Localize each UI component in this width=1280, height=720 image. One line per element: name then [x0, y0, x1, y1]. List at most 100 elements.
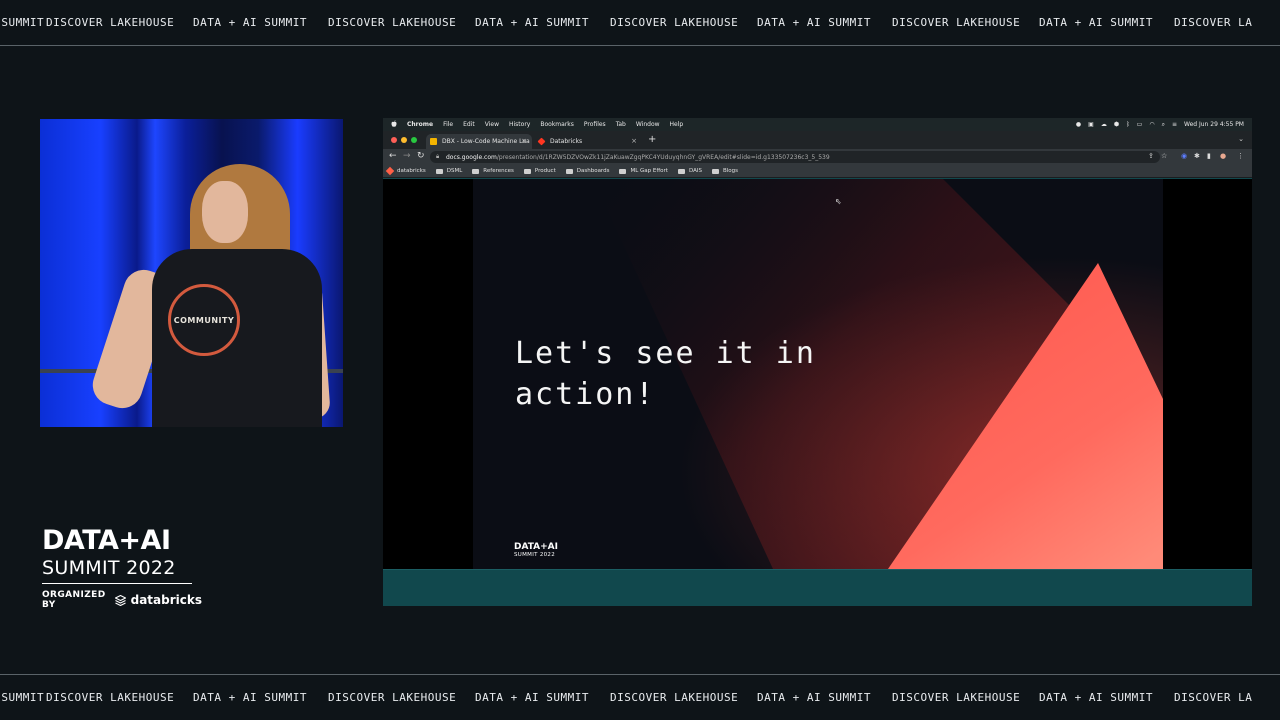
mouse-cursor-icon: ⇖	[835, 197, 842, 206]
zoom-window-icon[interactable]	[411, 137, 417, 143]
summit-logo-organizer: ORGANIZED BY databricks	[42, 590, 202, 610]
marquee-item: DISCOVER LAKEHOUSE	[610, 691, 739, 704]
close-tab-icon[interactable]: ×	[521, 137, 527, 145]
databricks-icon	[113, 594, 127, 606]
marquee-item: AI SUMMIT	[0, 16, 45, 29]
menubar-status-area: ● ▣ ☁ ⬢ ᛒ ▭ ◠ ⌕ ≡ Wed Jun 29 4:55 PM	[1076, 118, 1244, 131]
menubar-history[interactable]: History	[509, 121, 530, 128]
bookmark-ml-gap-effort[interactable]: ML Gap Effort	[619, 168, 668, 174]
bluetooth-icon[interactable]: ᛒ	[1126, 121, 1130, 128]
lock-icon: 🔒︎	[436, 153, 440, 160]
shield-icon[interactable]: ⬢	[1114, 121, 1119, 128]
folder-icon	[619, 168, 627, 174]
bookmark-dashboards[interactable]: Dashboards	[565, 168, 610, 174]
slide-logo-line1: DATA+AI	[514, 542, 558, 552]
marquee-item: DISCOVER LAKEHOUSE	[46, 16, 175, 29]
minimize-window-icon[interactable]	[401, 137, 407, 143]
browser-toolbar: ← → ↻ 🔒︎ docs.google.com/presentation/d/…	[383, 149, 1252, 165]
top-marquee: AI SUMMITDISCOVER LAKEHOUSEDATA + AI SUM…	[0, 0, 1280, 46]
tab-databricks[interactable]: Databricks ×	[534, 134, 642, 149]
slide-summit-logo: DATA+AI SUMMIT 2022	[514, 542, 558, 559]
databricks-favicon-icon	[537, 137, 546, 146]
marquee-item: DATA + AI SUMMIT	[757, 691, 871, 704]
marquee-item: DATA + AI SUMMIT	[475, 691, 589, 704]
shirt-logo-text: COMMUNITY	[173, 315, 235, 325]
organized-by-label: ORGANIZED BY	[42, 590, 106, 610]
screen-icon[interactable]: ▣	[1088, 121, 1094, 128]
address-bar[interactable]: 🔒︎ docs.google.com/presentation/d/1RZW5D…	[430, 151, 1160, 163]
menubar-profiles[interactable]: Profiles	[584, 121, 606, 128]
control-center-icon[interactable]: ≡	[1172, 121, 1177, 128]
star-icon[interactable]: ☆	[1161, 152, 1167, 160]
bookmarks-bar: databricks DSML References Product Dashb…	[383, 165, 1252, 178]
marquee-item: DISCOVER LAKEHOUSE	[610, 16, 739, 29]
bottom-marquee: AI SUMMITDISCOVER LAKEHOUSEDATA + AI SUM…	[0, 674, 1280, 720]
bookmark-label: Blogs	[722, 168, 738, 174]
avatar-icon[interactable]: ●	[1220, 152, 1226, 160]
battery-icon[interactable]: ▭	[1137, 121, 1143, 128]
apple-icon[interactable]	[391, 120, 397, 129]
marquee-item: DATA + AI SUMMIT	[475, 16, 589, 29]
summit-logo: DATA+AI SUMMIT 2022 ORGANIZED BY databri…	[42, 526, 202, 610]
summit-logo-line2: SUMMIT 2022	[42, 556, 192, 584]
menubar-datetime[interactable]: Wed Jun 29 4:55 PM	[1184, 121, 1244, 128]
bookmark-product[interactable]: Product	[523, 168, 556, 174]
browser-viewport: Let's see it in action! DATA+AI SUMMIT 2…	[383, 179, 1252, 569]
bookmark-label: Dashboards	[576, 168, 610, 174]
new-tab-icon[interactable]: +	[648, 134, 656, 145]
close-window-icon[interactable]	[391, 137, 397, 143]
marquee-item: DATA + AI SUMMIT	[757, 16, 871, 29]
close-tab-icon[interactable]: ×	[631, 137, 637, 145]
menubar-bookmarks[interactable]: Bookmarks	[540, 121, 574, 128]
marquee-item: DATA + AI SUMMIT	[1039, 16, 1153, 29]
folder-icon	[677, 168, 685, 174]
kebab-menu-icon[interactable]: ⋮	[1237, 152, 1244, 160]
bookmark-references[interactable]: References	[472, 168, 514, 174]
bookmark-blogs[interactable]: Blogs	[711, 168, 738, 174]
marquee-item: DISCOVER LAKEHOUSE	[892, 691, 1021, 704]
tab-slides[interactable]: DBX - Low-Code Machine Lea ×	[426, 134, 532, 149]
url-path: /presentation/d/1RZW5DZVOwZk11jZaKuawZgq…	[496, 153, 830, 161]
forward-arrow-icon[interactable]: →	[403, 151, 411, 161]
menubar-app-name[interactable]: Chrome	[407, 121, 433, 128]
shirt-logo: COMMUNITY	[168, 284, 240, 356]
extension-circle-icon[interactable]: ◉	[1181, 152, 1187, 160]
menubar-tab[interactable]: Tab	[616, 121, 626, 128]
summit-logo-line1: DATA+AI	[42, 525, 171, 556]
menubar-edit[interactable]: Edit	[463, 121, 475, 128]
menubar-window[interactable]: Window	[636, 121, 660, 128]
marquee-item: DISCOVER LA	[1174, 691, 1253, 704]
menubar-help[interactable]: Help	[670, 121, 684, 128]
databricks-brand-name: databricks	[130, 593, 202, 607]
spotlight-icon[interactable]: ⌕	[1162, 121, 1165, 129]
bookmark-label: DSML	[446, 168, 463, 174]
bookmark-dais[interactable]: DAIS	[677, 168, 702, 174]
chevron-down-icon[interactable]: ⌄	[1238, 135, 1244, 143]
reload-icon[interactable]: ↻	[417, 151, 425, 161]
marquee-item: AI SUMMIT	[0, 691, 45, 704]
back-arrow-icon[interactable]: ←	[389, 151, 397, 161]
wifi-icon[interactable]: ◠	[1149, 121, 1154, 128]
presentation-slide[interactable]: Let's see it in action! DATA+AI SUMMIT 2…	[473, 179, 1163, 569]
folder-icon	[565, 168, 573, 174]
marquee-item: DATA + AI SUMMIT	[193, 16, 307, 29]
cloud-icon[interactable]: ☁	[1101, 121, 1107, 128]
marquee-item: DATA + AI SUMMIT	[1039, 691, 1153, 704]
slides-favicon-icon	[430, 138, 437, 145]
url-host: docs.google.com	[446, 153, 497, 161]
folder-icon	[711, 168, 719, 174]
bookmark-databricks[interactable]: databricks	[385, 166, 426, 176]
menubar-view[interactable]: View	[485, 121, 499, 128]
screen-share: Chrome File Edit View History Bookmarks …	[383, 118, 1252, 606]
slide-logo-line2: SUMMIT 2022	[514, 552, 556, 558]
bookmark-label: References	[483, 168, 514, 174]
speaker-face	[202, 181, 248, 243]
puzzle-icon[interactable]: ✱	[1194, 152, 1200, 160]
share-icon[interactable]: ⇪	[1148, 152, 1154, 160]
bookmark-dsml[interactable]: DSML	[435, 168, 463, 174]
record-icon[interactable]: ●	[1076, 121, 1081, 128]
marquee-item: DISCOVER LAKEHOUSE	[46, 691, 175, 704]
menubar-file[interactable]: File	[443, 121, 453, 128]
marquee-item: DISCOVER LAKEHOUSE	[328, 691, 457, 704]
sidebar-icon[interactable]: ▮	[1207, 152, 1211, 160]
